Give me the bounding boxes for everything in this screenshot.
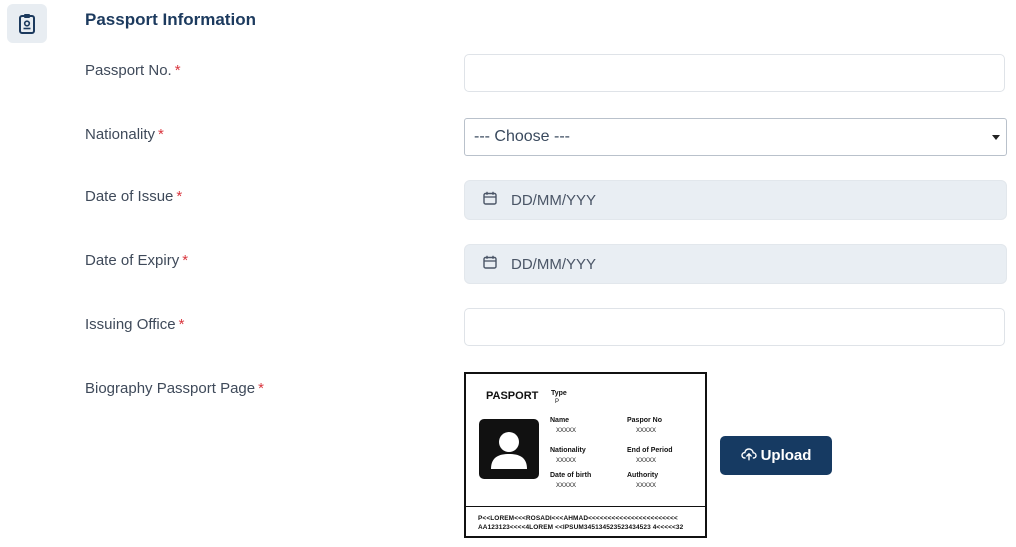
passport-nationality-label: Nationality <box>550 447 586 454</box>
date-of-issue-input[interactable]: DD/MM/YYY <box>464 180 1007 220</box>
biography-page-label-text: Biography Passport Page <box>85 380 256 397</box>
passport-authority-label: Authority <box>627 472 659 479</box>
passport-authority-value: XXXXX <box>636 483 657 489</box>
biography-page-label: Biography Passport Page * <box>85 380 264 397</box>
required-mark: * <box>258 380 264 397</box>
passport-dob-label: Date of birth <box>550 472 592 479</box>
passport-mrz-line-2: AA123123<<<<4LOREM <<IPSUM34513452352343… <box>478 524 684 531</box>
passport-dob-value: XXXXX <box>556 483 577 489</box>
passport-sample-title: PASPORT <box>486 390 539 402</box>
nationality-select[interactable]: --- Choose --- <box>464 118 1007 156</box>
date-of-issue-placeholder: DD/MM/YYY <box>511 191 597 209</box>
date-of-expiry-label: Date of Expiry * <box>85 252 188 269</box>
required-mark: * <box>158 126 164 143</box>
passport-sample-image: PASPORT Type P Name XXXXX Paspor No XXXX… <box>464 372 707 538</box>
passport-mrz-line-1: P<<LOREM<<<ROSADI<<<AHMAD<<<<<<<<<<<<<<<… <box>478 515 678 522</box>
issuing-office-label: Issuing Office * <box>85 316 184 333</box>
required-mark: * <box>178 316 185 333</box>
passport-no-input[interactable] <box>464 54 1005 92</box>
passport-name-label: Name <box>550 417 570 424</box>
passport-nationality-value: XXXXX <box>556 458 577 464</box>
date-of-expiry-placeholder: DD/MM/YYY <box>511 255 597 273</box>
passport-number-label: Paspor No <box>627 417 663 424</box>
passport-name-value: XXXXX <box>556 428 577 434</box>
nationality-selected-value: --- Choose --- <box>474 128 571 145</box>
passport-mrz-divider <box>466 506 705 507</box>
date-of-issue-label: Date of Issue * <box>85 188 182 205</box>
required-mark: * <box>176 188 183 205</box>
caret-down-icon <box>992 134 1000 140</box>
required-mark: * <box>182 252 189 269</box>
passport-end-period-value: XXXXX <box>636 458 657 464</box>
required-mark: * <box>174 62 181 79</box>
passport-id-icon <box>7 4 47 43</box>
calendar-icon <box>483 191 497 210</box>
issuing-office-input[interactable] <box>464 308 1005 346</box>
nationality-label: Nationality * <box>85 126 164 143</box>
date-of-issue-label-text: Date of Issue <box>85 188 174 205</box>
passport-number-value: XXXXX <box>636 428 657 434</box>
cloud-upload-icon <box>740 447 757 465</box>
date-of-expiry-input[interactable]: DD/MM/YYY <box>464 244 1007 284</box>
passport-type-label: Type <box>551 390 567 397</box>
section-title: Passport Information <box>85 10 256 29</box>
passport-type-value: P <box>555 399 560 405</box>
passport-no-label-text: Passport No. <box>85 62 172 79</box>
upload-button[interactable]: Upload <box>720 436 832 475</box>
passport-end-period-label: End of Period <box>627 447 673 454</box>
calendar-icon <box>483 255 497 274</box>
nationality-label-text: Nationality <box>85 126 156 143</box>
upload-button-label: Upload <box>760 447 812 464</box>
issuing-office-label-text: Issuing Office <box>85 316 176 333</box>
passport-no-label: Passport No. * <box>85 62 181 79</box>
date-of-expiry-label-text: Date of Expiry <box>85 252 180 269</box>
person-photo-icon <box>479 419 539 479</box>
